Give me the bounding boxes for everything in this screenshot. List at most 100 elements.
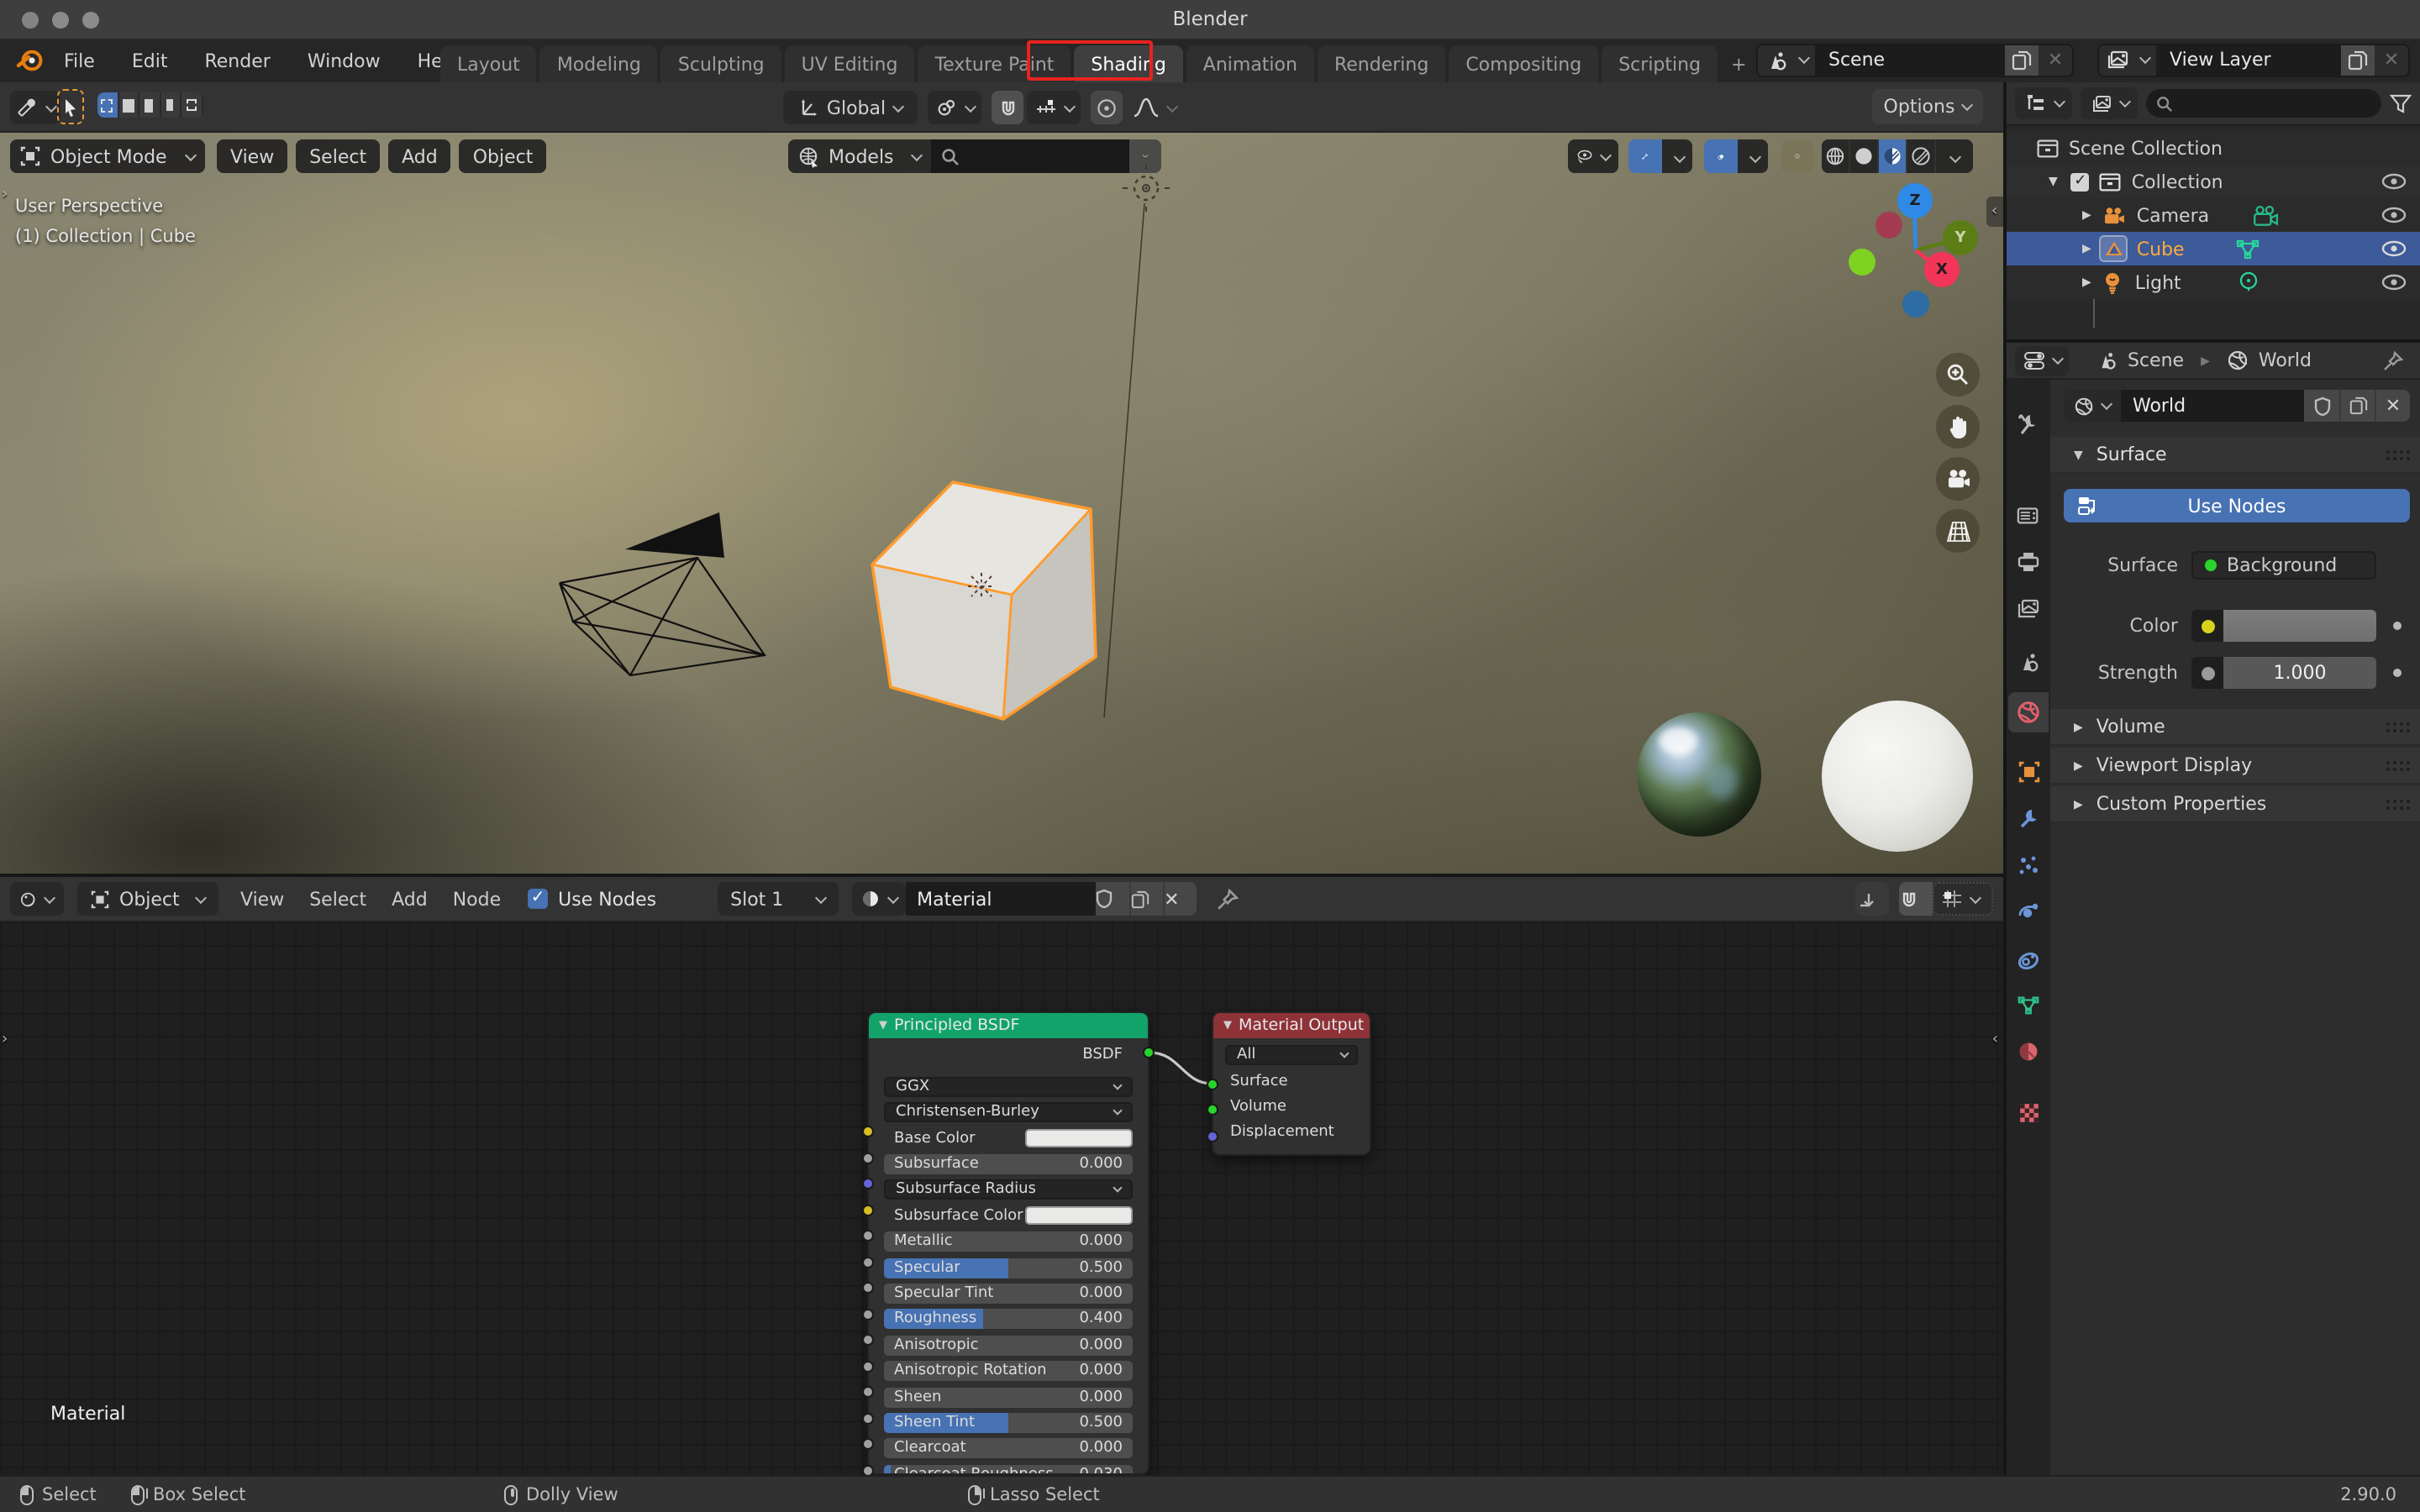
gizmo-neg-y-axis[interactable] [1849, 249, 1876, 276]
material-browse-dropdown[interactable] [851, 882, 906, 916]
sheen-socket[interactable] [861, 1386, 873, 1398]
tab-layout[interactable]: Layout [440, 45, 537, 82]
camera-view-button[interactable] [1936, 457, 1980, 501]
expand-arrow-icon[interactable]: ▶ [2082, 242, 2091, 255]
volume-panel-header[interactable]: ▶ Volume [2050, 709, 2420, 746]
param-anisotropic[interactable]: Anisotropic 0.000 [884, 1335, 1133, 1356]
snap-target-dropdown[interactable] [1027, 91, 1081, 124]
fake-user-button[interactable] [1095, 882, 1129, 916]
param-roughness[interactable]: Roughness 0.400 [884, 1309, 1133, 1330]
tab-tool-properties[interactable] [2008, 403, 2049, 444]
use-nodes-button[interactable]: Use Nodes [2064, 489, 2410, 522]
base-color-swatch[interactable] [1025, 1129, 1133, 1148]
viewport-3d[interactable]: Object Mode View Select Add Object Model… [0, 133, 2003, 874]
param-base-color[interactable]: Base Color [884, 1128, 1133, 1148]
node-snap-toggle[interactable] [1899, 882, 1933, 916]
zoom-view-button[interactable] [1936, 353, 1980, 396]
scene-icon[interactable] [1758, 45, 1815, 75]
tab-constraint-properties[interactable] [2008, 939, 2049, 979]
outliner-row-camera[interactable]: ▶ Camera [2007, 198, 2420, 232]
navigation-gizmo[interactable]: Z Y X [1832, 163, 2000, 331]
panel-drag-handle[interactable] [2385, 798, 2410, 810]
surface-shader-dropdown[interactable]: Background [2191, 550, 2376, 579]
tab-texture-properties[interactable] [2008, 1092, 2049, 1132]
bsdf-output-socket[interactable] [1143, 1047, 1155, 1058]
shader-sidebar-expand-chevron[interactable]: ‹ [1992, 1032, 1998, 1048]
filter-icon[interactable] [2390, 93, 2412, 113]
panel-drag-handle[interactable] [2385, 759, 2410, 771]
copy-datablock-button[interactable] [2339, 390, 2375, 422]
camera-object[interactable] [558, 512, 766, 677]
tab-texture-paint[interactable]: Texture Paint [918, 45, 1071, 82]
snap-toggle[interactable] [992, 91, 1023, 124]
view-layer-icon[interactable] [2099, 45, 2156, 75]
custom-properties-panel-header[interactable]: ▶ Custom Properties [2050, 786, 2420, 823]
expand-arrow-icon[interactable]: ▶ [2082, 208, 2091, 222]
param-sheen-tint[interactable]: Sheen Tint 0.500 [884, 1412, 1133, 1433]
tweak-tool-button[interactable] [57, 89, 84, 124]
outliner-row-cube-selected[interactable]: ▶ Cube [2007, 232, 2420, 265]
param-anisotropic-rotation[interactable]: Anisotropic Rotation 0.000 [884, 1361, 1133, 1382]
material-slot-dropdown[interactable]: Slot 1 [717, 882, 839, 916]
subsurface-color-swatch[interactable] [1025, 1206, 1133, 1226]
blender-logo-icon[interactable] [15, 45, 45, 76]
unlink-material-button[interactable]: ✕ [1162, 882, 1197, 916]
animate-color-dot[interactable] [2393, 622, 2402, 630]
output-target-dropdown[interactable]: All [1225, 1044, 1358, 1064]
gizmo-y-axis[interactable]: Y [1943, 220, 1978, 255]
tab-material-properties[interactable] [2008, 1032, 2049, 1072]
param-specular-tint[interactable]: Specular Tint 0.000 [884, 1284, 1133, 1305]
tab-scripting[interactable]: Scripting [1602, 45, 1718, 82]
panel-drag-handle[interactable] [2385, 721, 2410, 732]
tab-view-layer-properties[interactable] [2008, 588, 2049, 628]
material-name-field[interactable]: Material [905, 882, 1096, 916]
subsurface-radius-socket[interactable] [861, 1178, 873, 1189]
node-collapse-icon[interactable]: ▼ [879, 1019, 887, 1032]
shader-menu-node[interactable]: Node [453, 888, 501, 910]
specular-tint-socket[interactable] [861, 1282, 873, 1294]
specular-socket[interactable] [861, 1256, 873, 1268]
roughness-socket[interactable] [861, 1308, 873, 1320]
collection-checkbox[interactable]: ✓ [2070, 172, 2090, 191]
shader-toolbar-expand-chevron[interactable]: › [2, 1032, 8, 1048]
param-specular[interactable]: Specular 0.500 [884, 1257, 1133, 1278]
shader-menu-view[interactable]: View [240, 888, 284, 910]
proportional-editing-toggle[interactable] [1091, 91, 1123, 124]
pin-icon[interactable] [2383, 350, 2403, 370]
metallic-socket[interactable] [861, 1230, 873, 1242]
material-output-node[interactable]: ▼ Material Output All Surface Volume Dis… [1212, 1011, 1371, 1156]
outliner-row-light[interactable]: ▶ Light [2007, 265, 2420, 299]
go-to-parent-node-tree-button[interactable] [1855, 882, 1889, 916]
clearcoat-socket[interactable] [861, 1438, 873, 1450]
tab-object-properties[interactable] [2008, 751, 2049, 791]
pivot-point-dropdown[interactable] [928, 91, 981, 124]
delete-scene-button[interactable]: ✕ [2039, 45, 2072, 75]
world-browse-dropdown[interactable] [2064, 390, 2121, 422]
tab-animation[interactable]: Animation [1186, 45, 1314, 82]
distribution-dropdown[interactable]: GGX [884, 1076, 1133, 1097]
gizmo-x-axis[interactable]: X [1924, 252, 1960, 287]
hide-eye-icon[interactable] [2381, 173, 2407, 190]
select-set-mode[interactable] [97, 92, 118, 118]
select-subtract-mode[interactable] [139, 92, 160, 118]
param-clearcoat-roughness[interactable]: Clearcoat Roughness 0.030 [884, 1464, 1133, 1473]
tab-particle-properties[interactable] [2008, 845, 2049, 885]
sheen-tint-socket[interactable] [861, 1412, 873, 1424]
world-name-field[interactable]: World [2121, 390, 2304, 422]
param-metallic[interactable]: Metallic 0.000 [884, 1231, 1133, 1252]
transform-orientation-dropdown[interactable]: Global [783, 91, 918, 124]
param-sheen[interactable]: Sheen 0.000 [884, 1387, 1133, 1408]
animate-strength-dot[interactable] [2393, 669, 2402, 677]
shader-menu-select[interactable]: Select [309, 888, 366, 910]
unlink-datablock-button[interactable]: ✕ [2375, 390, 2410, 422]
shader-editor-canvas[interactable]: › ‹ ▼ Principled BSDF BSDF GGX Christens… [0, 922, 2003, 1475]
material-output-header[interactable]: ▼ Material Output [1213, 1013, 1370, 1037]
subsurface-method-dropdown[interactable]: Christensen-Burley [884, 1102, 1133, 1123]
outliner-display-mode-dropdown[interactable] [2081, 87, 2138, 119]
subsurface-socket[interactable] [861, 1152, 873, 1163]
outliner-row-scene-collection[interactable]: Scene Collection [2007, 131, 2420, 165]
shader-menu-add[interactable]: Add [392, 888, 428, 910]
hide-eye-icon[interactable] [2381, 274, 2407, 291]
orthographic-toggle-button[interactable] [1936, 509, 1980, 553]
node-snap-target-dropdown[interactable] [1933, 882, 1993, 916]
